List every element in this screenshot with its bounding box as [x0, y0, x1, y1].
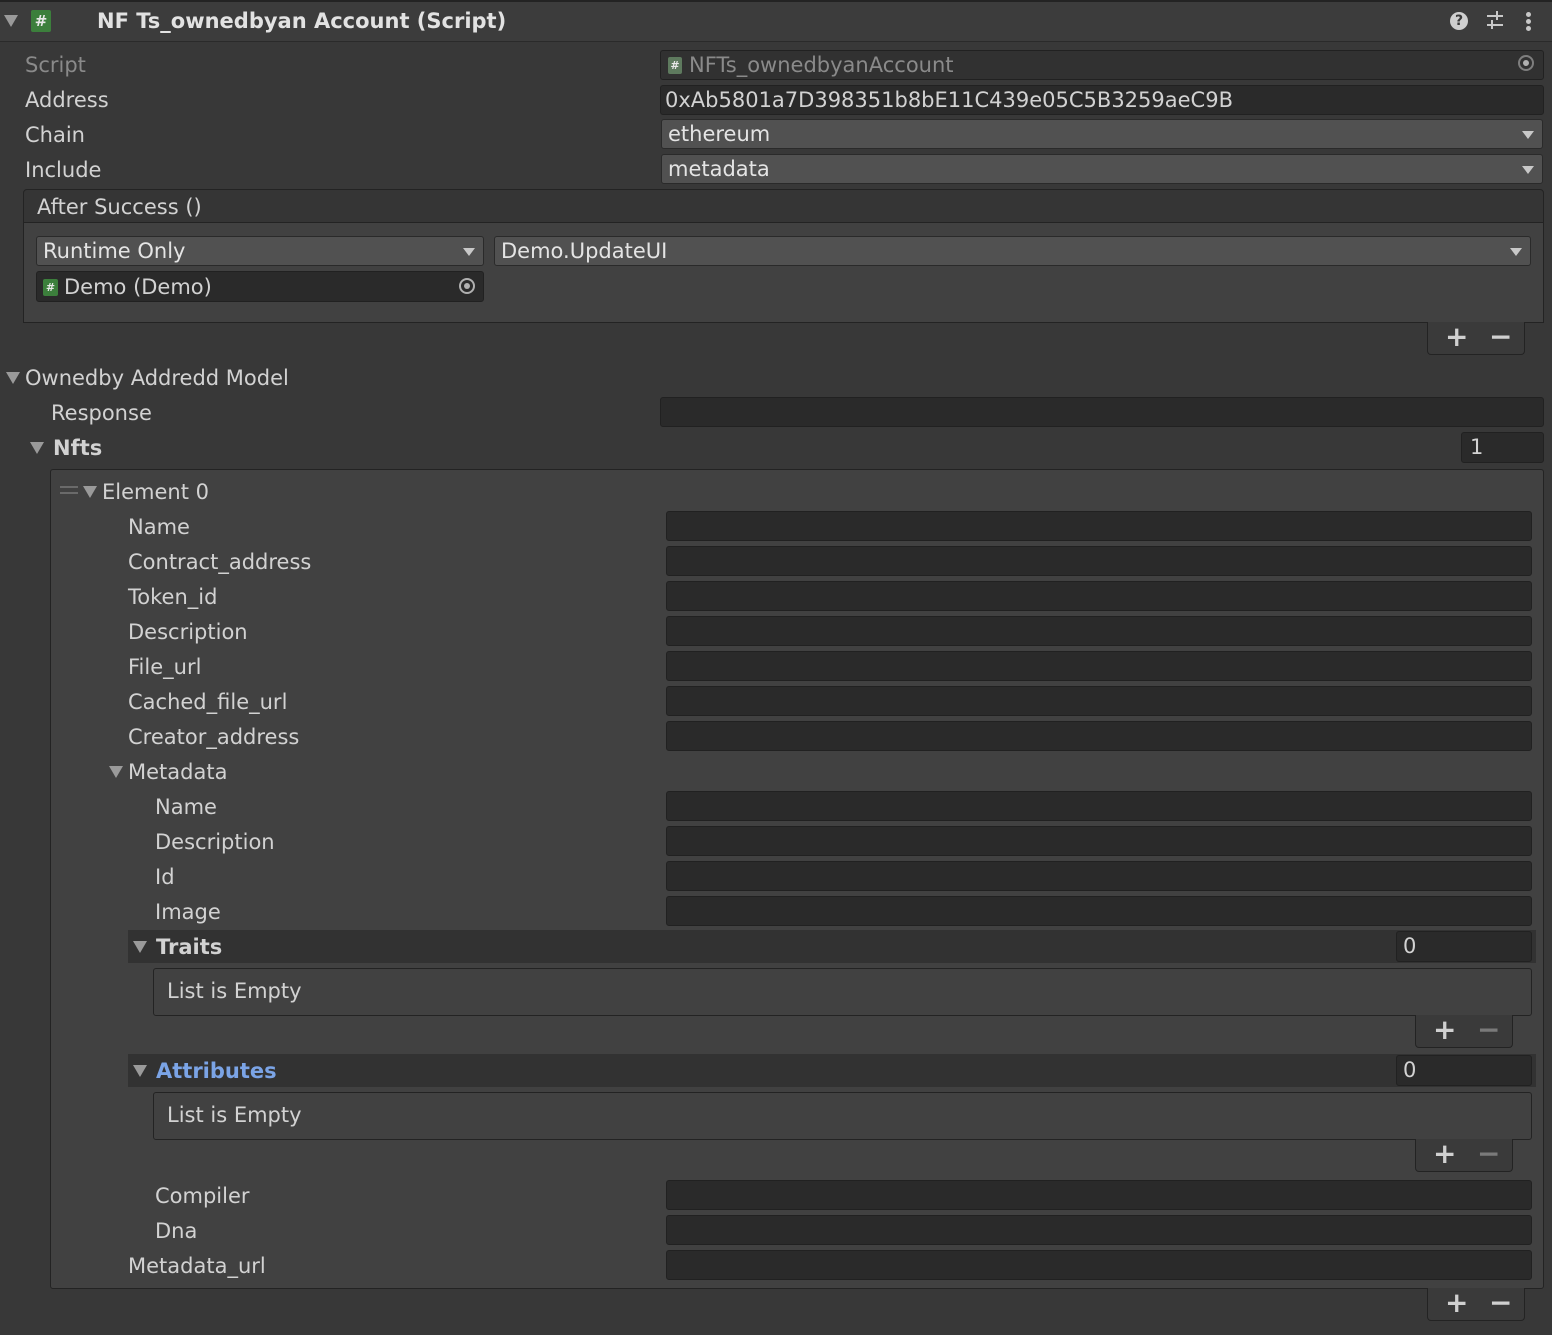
creator-address-label: Creator_address: [128, 725, 300, 749]
response-input[interactable]: [660, 397, 1544, 427]
metadata-image-label: Image: [155, 900, 221, 924]
file-url-input[interactable]: [666, 651, 1532, 681]
traits-foldout-icon[interactable]: [133, 941, 147, 953]
traits-size-input[interactable]: 0: [1396, 931, 1532, 962]
contract-address-label: Contract_address: [128, 550, 312, 574]
collapse-component-icon[interactable]: [4, 15, 18, 27]
chain-value: ethereum: [668, 122, 771, 146]
include-label: Include: [25, 158, 102, 182]
object-picker-icon[interactable]: [459, 278, 475, 294]
traits-list-body: [153, 968, 1532, 1016]
chevron-down-icon: [1522, 166, 1534, 174]
event-header: [23, 189, 1544, 223]
presets-icon[interactable]: [1485, 11, 1505, 31]
cached-file-url-input[interactable]: [666, 686, 1532, 716]
attributes-size-input[interactable]: 0: [1396, 1055, 1532, 1086]
remove-event-button[interactable]: −: [1489, 323, 1512, 351]
remove-attribute-button[interactable]: −: [1477, 1140, 1500, 1168]
metadata-url-input[interactable]: [666, 1250, 1532, 1280]
name-label: Name: [128, 515, 190, 539]
dna-input[interactable]: [666, 1215, 1532, 1245]
file-url-label: File_url: [128, 655, 202, 679]
nfts-label[interactable]: Nfts: [53, 433, 102, 463]
traits-empty-text: List is Empty: [167, 979, 302, 1003]
compiler-label: Compiler: [155, 1184, 250, 1208]
add-trait-button[interactable]: +: [1433, 1016, 1456, 1044]
attributes-header: [128, 1054, 1536, 1087]
component-title: NF Ts_ownedbyan Account (Script): [97, 9, 507, 33]
model-foldout-icon[interactable]: [6, 372, 20, 384]
element-foldout-icon[interactable]: [83, 486, 97, 498]
address-label: Address: [25, 88, 109, 112]
metadata-id-label: Id: [155, 865, 175, 889]
dna-label: Dna: [155, 1219, 198, 1243]
cached-file-url-label: Cached_file_url: [128, 690, 288, 714]
description-label: Description: [128, 620, 248, 644]
nfts-size-input[interactable]: 1: [1461, 432, 1544, 463]
metadata-description-input[interactable]: [666, 826, 1532, 856]
chevron-down-icon: [1510, 248, 1522, 256]
nfts-foldout-icon[interactable]: [30, 442, 44, 454]
runtime-mode-dropdown[interactable]: Runtime Only: [36, 236, 484, 266]
script-file-icon: #: [668, 57, 682, 74]
attributes-list-body: [153, 1092, 1532, 1140]
chevron-down-icon: [1522, 131, 1534, 139]
function-value: Demo.UpdateUI: [501, 239, 668, 263]
script-icon: #: [31, 10, 51, 32]
metadata-title[interactable]: Metadata: [128, 757, 227, 787]
metadata-image-input[interactable]: [666, 896, 1532, 926]
event-title: After Success (): [37, 195, 202, 219]
creator-address-input[interactable]: [666, 721, 1532, 751]
kebab-menu-icon[interactable]: [1526, 12, 1532, 32]
traits-label[interactable]: Traits: [156, 932, 222, 962]
model-title[interactable]: Ownedby Addredd Model: [25, 363, 289, 393]
attributes-label[interactable]: Attributes: [156, 1056, 277, 1086]
metadata-id-input[interactable]: [666, 861, 1532, 891]
remove-trait-button[interactable]: −: [1477, 1016, 1500, 1044]
contract-address-input[interactable]: [666, 546, 1532, 576]
compiler-input[interactable]: [666, 1180, 1532, 1210]
runtime-mode-value: Runtime Only: [43, 239, 186, 263]
object-picker-icon[interactable]: [1518, 55, 1534, 71]
include-dropdown[interactable]: metadata: [661, 154, 1543, 184]
remove-nft-button[interactable]: −: [1489, 1289, 1512, 1317]
response-label: Response: [51, 401, 152, 425]
attributes-empty-text: List is Empty: [167, 1103, 302, 1127]
add-attribute-button[interactable]: +: [1433, 1140, 1456, 1168]
event-target-field[interactable]: Demo (Demo): [36, 271, 484, 302]
metadata-name-input[interactable]: [666, 791, 1532, 821]
token-id-label: Token_id: [128, 585, 218, 609]
chain-dropdown[interactable]: ethereum: [661, 119, 1543, 149]
script-field: NFTs_ownedbyanAccount: [660, 50, 1544, 80]
include-value: metadata: [668, 157, 770, 181]
script-label: Script: [25, 53, 86, 77]
token-id-input[interactable]: [666, 581, 1532, 611]
metadata-name-label: Name: [155, 795, 217, 819]
chevron-down-icon: [463, 248, 475, 256]
metadata-description-label: Description: [155, 830, 275, 854]
chain-label: Chain: [25, 123, 85, 147]
function-dropdown[interactable]: Demo.UpdateUI: [494, 236, 1531, 266]
drag-handle-icon[interactable]: [60, 486, 78, 494]
description-input[interactable]: [666, 616, 1532, 646]
address-input[interactable]: 0xAb5801a7D398351b8bE11C439e05C5B3259aeC…: [660, 85, 1544, 115]
target-script-icon: #: [43, 279, 58, 296]
metadata-foldout-icon[interactable]: [109, 766, 123, 778]
element-title[interactable]: Element 0: [102, 477, 209, 507]
event-target-value: Demo (Demo): [64, 275, 212, 299]
name-input[interactable]: [666, 511, 1532, 541]
metadata-url-label: Metadata_url: [128, 1254, 266, 1278]
add-event-button[interactable]: +: [1445, 323, 1468, 351]
script-field-value: NFTs_ownedbyanAccount: [689, 53, 954, 77]
help-icon[interactable]: ?: [1450, 12, 1468, 30]
add-nft-button[interactable]: +: [1445, 1289, 1468, 1317]
attributes-foldout-icon[interactable]: [133, 1065, 147, 1077]
traits-header: [128, 930, 1536, 963]
